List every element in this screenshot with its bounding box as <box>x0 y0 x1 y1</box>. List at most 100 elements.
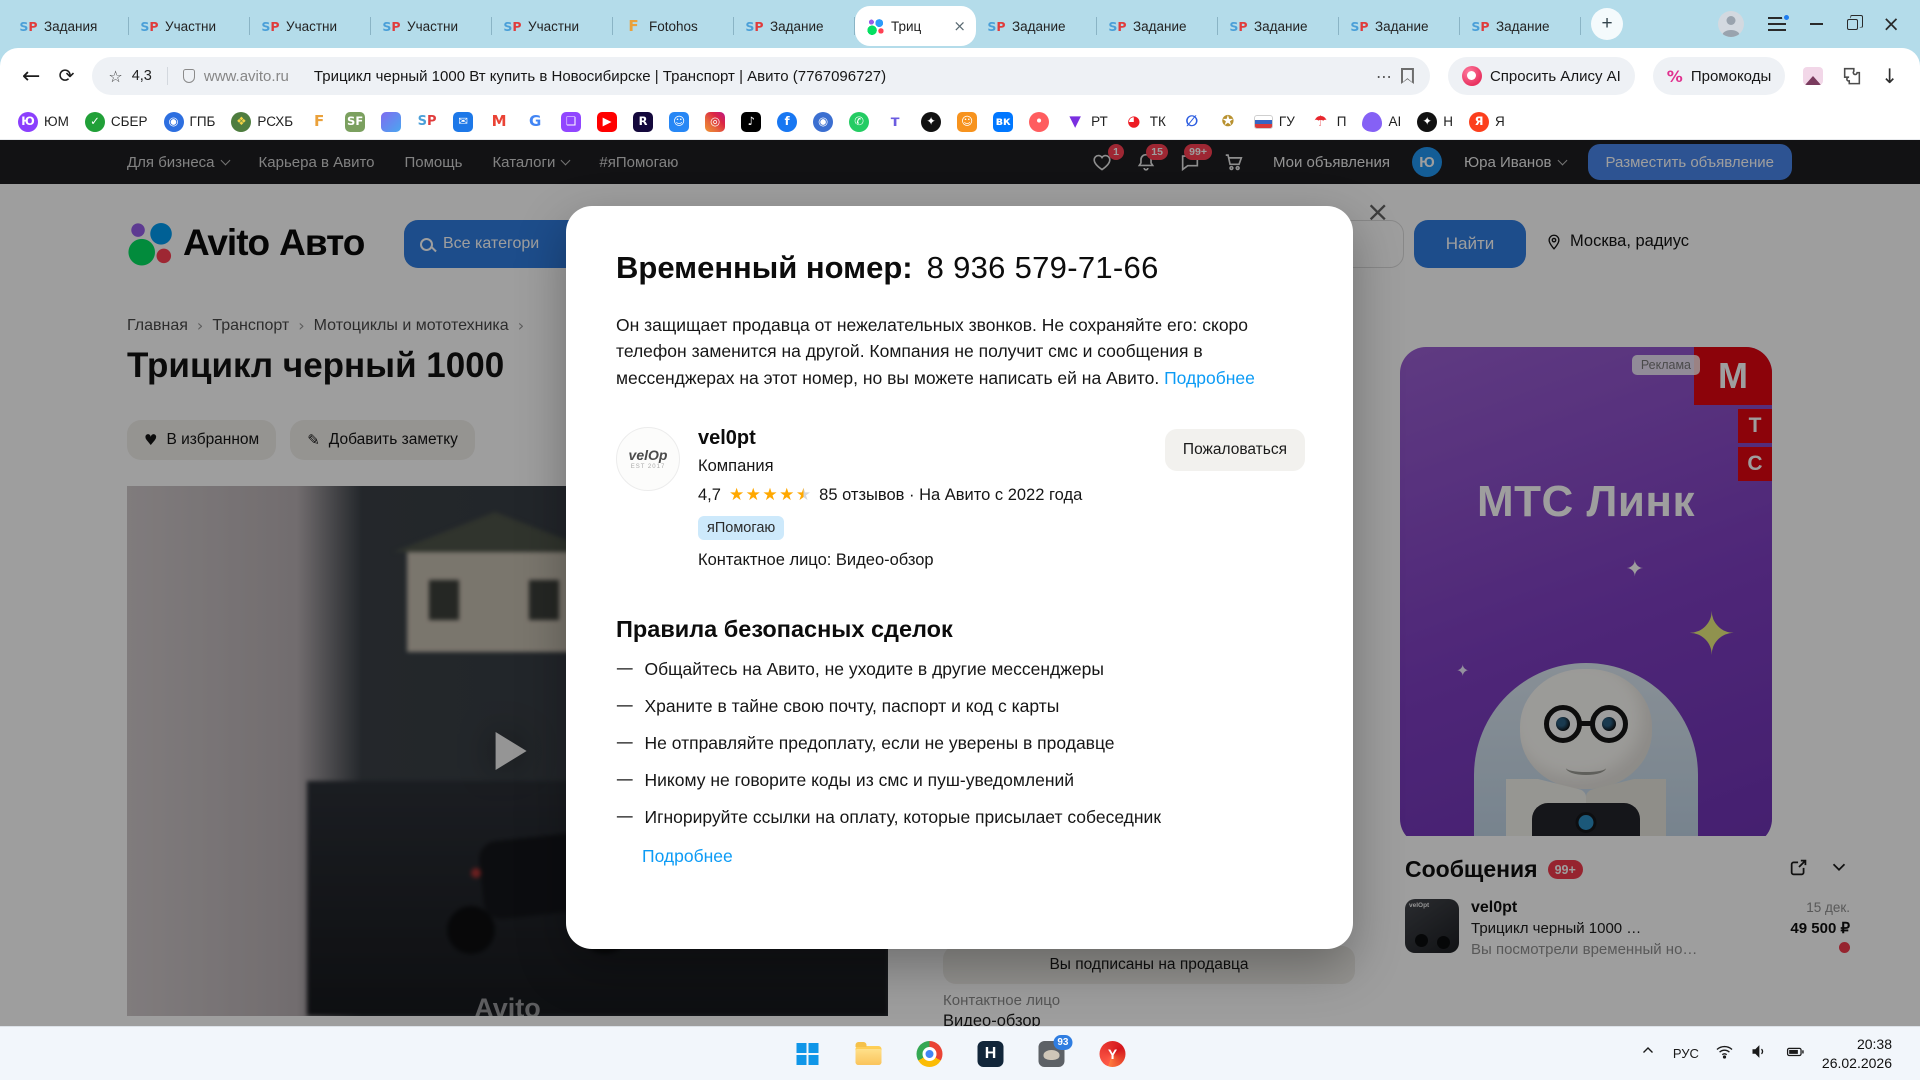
bookmark-item[interactable]: ❖ РСХБ <box>231 112 293 132</box>
browser-tab[interactable]: SP Задание × <box>1097 6 1218 46</box>
start-button[interactable] <box>789 1035 827 1073</box>
bookmark-item[interactable]: G <box>525 112 545 132</box>
bookmark-item[interactable]: ✪ <box>1218 112 1238 132</box>
chrome-button[interactable] <box>911 1035 949 1073</box>
rating-star-icon[interactable]: ☆ <box>108 67 122 86</box>
address-bar[interactable]: ☆ 4,3 www.avito.ru Трицикл черный 1000 В… <box>92 57 1430 95</box>
bookmark-item[interactable]: ✉ <box>453 112 473 132</box>
bookmark-item[interactable]: R <box>633 112 653 132</box>
bookmark-item[interactable]: ◕ ТК <box>1124 112 1166 132</box>
bookmark-favicon-glyph: вк <box>996 116 1011 128</box>
report-button[interactable]: Пожаловаться <box>1165 429 1305 471</box>
windows-logo-icon <box>797 1043 819 1065</box>
clock[interactable]: 20:38 26.02.2026 <box>1822 1035 1892 1073</box>
bookmark-favicon: ▼ <box>1065 112 1085 132</box>
browser-tab[interactable]: SP Задание × <box>734 6 855 46</box>
browser-tab[interactable]: SP Участни × <box>492 6 613 46</box>
paint-app-button[interactable]: 93 <box>1033 1035 1071 1073</box>
tab-title: Участни <box>165 19 240 34</box>
tab-favicon-icon: SP <box>1351 18 1368 35</box>
browser-tab[interactable]: SP Задание × <box>1339 6 1460 46</box>
h-app-button[interactable]: H <box>972 1035 1010 1073</box>
browser-tab[interactable]: SP Задание × <box>1218 6 1339 46</box>
file-explorer-button[interactable] <box>850 1035 888 1073</box>
overflow-icon[interactable]: ⋯ <box>1376 67 1392 86</box>
bookmark-item[interactable]: SF <box>345 112 365 132</box>
rules-details-link[interactable]: Подробнее <box>642 846 733 867</box>
browser-tab[interactable]: SP Участни × <box>129 6 250 46</box>
tray-expand-chevron-icon[interactable] <box>1639 1042 1657 1065</box>
browser-profile-avatar[interactable] <box>1718 11 1744 37</box>
dash-icon: — <box>616 659 634 680</box>
bookmark-item[interactable]: M <box>489 112 509 132</box>
browser-menu-icon[interactable] <box>1768 17 1786 31</box>
language-indicator[interactable]: РУС <box>1673 1046 1699 1061</box>
bookmark-favicon: ✪ <box>1218 112 1238 132</box>
bookmark-item[interactable]: F <box>309 112 329 132</box>
bookmark-item[interactable]: ∅ <box>1182 112 1202 132</box>
browser-tab[interactable]: Триц × <box>855 6 976 46</box>
browser-tab[interactable]: F Fotohos × <box>613 6 734 46</box>
reload-button[interactable]: ⟳ <box>58 65 74 87</box>
window-minimize-button[interactable] <box>1810 23 1823 25</box>
window-controls-group: × <box>1718 11 1906 37</box>
bookmark-item[interactable]: ☺ <box>669 112 689 132</box>
url-text: www.avito.ru <box>204 68 289 85</box>
bookmark-favicon: f <box>777 112 797 132</box>
extensions-puzzle-icon[interactable] <box>1841 65 1863 87</box>
bookmark-item[interactable]: ◎ <box>705 112 725 132</box>
bookmark-item[interactable]: ▶ <box>597 112 617 132</box>
window-restore-button[interactable] <box>1847 19 1858 30</box>
security-shield-icon[interactable] <box>183 69 195 83</box>
seller-avatar[interactable]: velOp EST 2017 <box>616 427 680 491</box>
seller-reviews[interactable]: 85 отзывов · На Авито с 2022 года <box>819 486 1082 505</box>
bookmark-item[interactable]: ✓ СБЕР <box>85 112 148 132</box>
bookmark-item[interactable]: ГУ <box>1254 114 1295 129</box>
ask-alice-button[interactable]: Спросить Алису AI <box>1448 57 1635 95</box>
browser-tab[interactable]: SP Участни × <box>250 6 371 46</box>
new-tab-button[interactable]: + <box>1591 8 1623 40</box>
bookmark-item[interactable]: вк <box>993 112 1013 132</box>
browser-tab[interactable]: SP Участни × <box>371 6 492 46</box>
tab-favicon-icon: SP <box>988 18 1005 35</box>
bookmark-item[interactable]: ◉ ГПБ <box>164 112 216 132</box>
bookmark-item[interactable]: т <box>885 112 905 132</box>
bookmark-item[interactable]: ♪ <box>741 112 761 132</box>
browser-tab[interactable]: SP Задание × <box>1460 6 1581 46</box>
bookmark-item[interactable]: ☂ П <box>1311 112 1347 132</box>
bookmark-item[interactable]: • <box>1029 112 1049 132</box>
battery-icon[interactable] <box>1785 1042 1806 1066</box>
bookmark-item[interactable]: ✦ Н <box>1417 112 1453 132</box>
bookmark-item[interactable]: ▼ РТ <box>1065 112 1108 132</box>
modal-close-icon[interactable]: × <box>1366 198 1389 226</box>
bookmark-favicon: ☂ <box>1311 112 1331 132</box>
bookmark-item[interactable]: ✦ <box>921 112 941 132</box>
browser-tab[interactable]: SP Задание × <box>976 6 1097 46</box>
bookmark-item[interactable]: ☺ <box>957 112 977 132</box>
promocodes-button[interactable]: % Промокоды <box>1653 57 1785 95</box>
yandex-browser-button[interactable]: Y <box>1094 1035 1132 1073</box>
wifi-icon[interactable] <box>1715 1042 1734 1066</box>
back-button[interactable]: ← <box>22 64 40 89</box>
volume-icon[interactable] <box>1750 1042 1769 1066</box>
bookmark-favicon: ◕ <box>1124 112 1144 132</box>
bookmark-item[interactable]: ✆ <box>849 112 869 132</box>
bookmark-item[interactable]: AI <box>1362 112 1401 132</box>
tab-favicon-glyph: SP <box>19 19 37 34</box>
bookmark-item[interactable]: f <box>777 112 797 132</box>
seller-name[interactable]: vel0pt <box>698 427 1082 450</box>
bookmark-item[interactable]: Ю ЮМ <box>18 112 69 132</box>
bookmark-item[interactable]: SP <box>417 112 437 132</box>
safety-rule-item: — Общайтесь на Авито, не уходите в други… <box>616 659 1305 680</box>
browser-tab[interactable]: SP Задания × <box>8 6 129 46</box>
bookmark-item[interactable]: ❑ <box>561 112 581 132</box>
screenshot-tool-icon[interactable] <box>1803 67 1823 85</box>
bookmark-flag-icon[interactable] <box>1401 68 1414 84</box>
details-link[interactable]: Подробнее <box>1164 368 1255 388</box>
bookmark-item[interactable]: ◉ <box>813 112 833 132</box>
downloads-icon[interactable]: ↓ <box>1881 64 1898 88</box>
window-close-button[interactable]: × <box>1882 14 1900 35</box>
tab-close-icon[interactable]: × <box>953 17 966 35</box>
bookmark-item[interactable] <box>381 112 401 132</box>
bookmark-item[interactable]: Я Я <box>1469 112 1505 132</box>
